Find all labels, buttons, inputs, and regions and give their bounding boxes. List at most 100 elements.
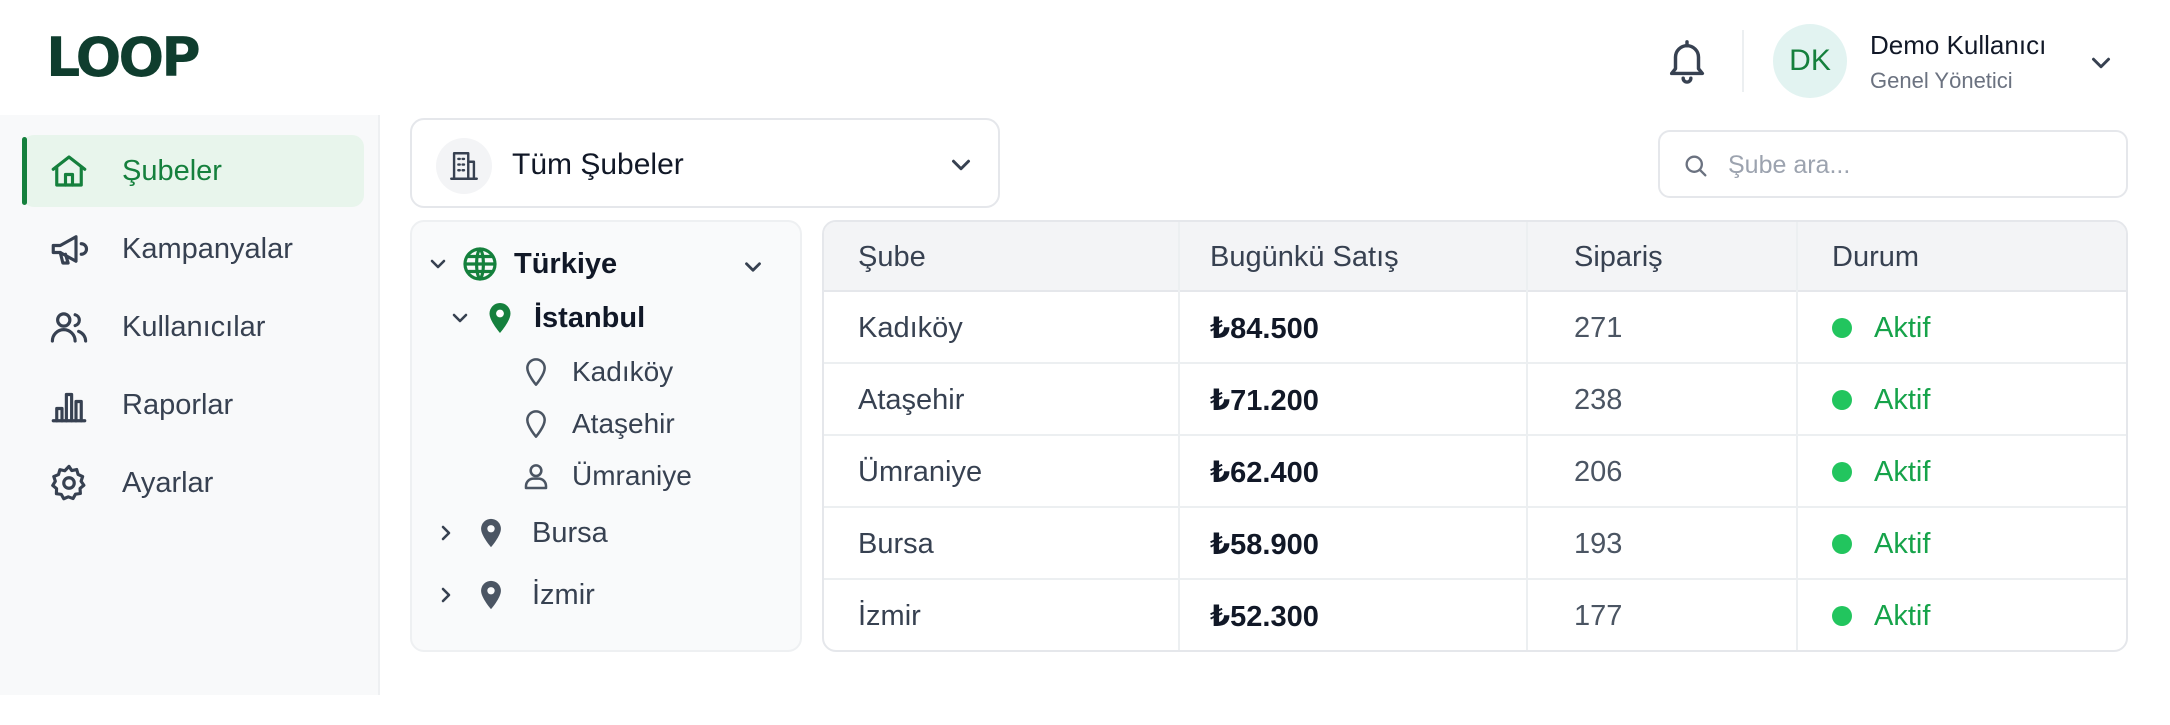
chevron-down-icon[interactable] bbox=[2086, 48, 2116, 78]
map-pin-icon bbox=[481, 518, 501, 548]
status-dot bbox=[1832, 462, 1852, 482]
status-dot bbox=[1832, 318, 1852, 338]
cell-sales: ₺71.200 bbox=[1210, 384, 1319, 417]
tree-label: Kadıköy bbox=[572, 356, 674, 387]
column-header-siparis[interactable]: Sipariş bbox=[1574, 222, 1663, 292]
map-pin-outline-icon bbox=[526, 358, 546, 386]
tree-label: İzmir bbox=[532, 578, 595, 611]
chevron-down-icon[interactable] bbox=[448, 306, 472, 330]
tree-label: Türkiye bbox=[514, 247, 618, 280]
sidebar-item-ayarlar[interactable]: Ayarlar bbox=[22, 447, 364, 519]
cell-orders: 177 bbox=[1574, 599, 1623, 632]
table-row[interactable]: Ataşehir ₺71.200 238 Aktif bbox=[824, 364, 2126, 436]
cell-sales: ₺84.500 bbox=[1210, 312, 1319, 345]
table-row[interactable]: Kadıköy ₺84.500 271 Aktif bbox=[824, 292, 2126, 364]
building-icon-wrap bbox=[436, 138, 492, 194]
table-row[interactable]: İzmir ₺52.300 177 Aktif bbox=[824, 580, 2126, 650]
sidebar-item-label: Şubeler bbox=[122, 154, 222, 187]
cell-sales: ₺58.900 bbox=[1210, 528, 1319, 561]
home-icon bbox=[51, 155, 87, 187]
tree-node-bursa[interactable]: Bursa bbox=[434, 516, 608, 550]
cell-branch: Ataşehir bbox=[858, 383, 965, 416]
cell-branch: İzmir bbox=[858, 599, 921, 632]
search-icon bbox=[1685, 155, 1707, 177]
tree-label: Ataşehir bbox=[572, 408, 675, 439]
cell-sales: ₺62.400 bbox=[1210, 456, 1319, 489]
logo-text: LOOP bbox=[46, 26, 201, 89]
cell-branch: Ümraniye bbox=[858, 455, 983, 488]
app-header: LOOP DK Demo Kullanıcı Genel Yönetici bbox=[0, 0, 2170, 115]
branch-tree: Türkiye İstanbul Kadıköy Ataşehir Ümrani… bbox=[410, 220, 802, 652]
map-pin-icon bbox=[489, 303, 511, 333]
status-dot bbox=[1832, 606, 1852, 626]
cell-status: Aktif bbox=[1832, 292, 1930, 364]
chevron-down-icon bbox=[952, 159, 970, 171]
tree-node-istanbul[interactable]: İstanbul bbox=[448, 300, 645, 336]
chevron-right-icon[interactable] bbox=[434, 521, 458, 545]
cell-status: Aktif bbox=[1832, 508, 1930, 580]
gear-icon bbox=[51, 464, 86, 501]
avatar[interactable]: DK bbox=[1773, 24, 1847, 98]
megaphone-icon bbox=[51, 235, 88, 265]
tree-node-atasehir[interactable]: Ataşehir bbox=[520, 408, 675, 440]
search-box[interactable] bbox=[1658, 130, 2128, 198]
building-icon bbox=[450, 152, 478, 180]
column-header-sube[interactable]: Şube bbox=[858, 222, 926, 292]
sidebar-item-label: Kullanıcılar bbox=[122, 310, 266, 343]
tree-node-kadikoy[interactable]: Kadıköy bbox=[520, 356, 673, 388]
sidebar-item-kampanyalar[interactable]: Kampanyalar bbox=[22, 213, 364, 285]
globe-icon bbox=[463, 247, 497, 281]
chevron-down-icon[interactable] bbox=[740, 254, 766, 280]
branch-table: Şube Bugünkü Satış Sipariş Durum Kadıköy… bbox=[822, 220, 2128, 652]
bell-icon[interactable] bbox=[1664, 36, 1710, 86]
cell-orders: 238 bbox=[1574, 383, 1623, 416]
user-icon bbox=[524, 464, 548, 490]
cell-orders: 193 bbox=[1574, 527, 1623, 560]
tree-label: İstanbul bbox=[534, 301, 646, 334]
branch-select[interactable]: Tüm Şubeler bbox=[410, 118, 1000, 208]
status-dot bbox=[1832, 534, 1852, 554]
sidebar-item-label: Ayarlar bbox=[122, 466, 214, 499]
sidebar-item-raporlar[interactable]: Raporlar bbox=[22, 369, 364, 441]
bar-chart-icon bbox=[51, 392, 87, 423]
user-name[interactable]: Demo Kullanıcı bbox=[1870, 30, 2046, 61]
sidebar-item-label: Kampanyalar bbox=[122, 232, 293, 265]
table-row[interactable]: Ümraniye ₺62.400 206 Aktif bbox=[824, 436, 2126, 508]
tree-label: Bursa bbox=[532, 516, 608, 549]
search-input[interactable] bbox=[1728, 144, 2108, 186]
cell-sales: ₺52.300 bbox=[1210, 600, 1319, 633]
cell-status: Aktif bbox=[1832, 436, 1930, 508]
cell-status: Aktif bbox=[1832, 364, 1930, 436]
tree-node-izmir[interactable]: İzmir bbox=[434, 578, 595, 612]
tree-node-umraniye[interactable]: Ümraniye bbox=[520, 460, 692, 492]
column-header-bugunku-satis[interactable]: Bugünkü Satış bbox=[1210, 222, 1399, 292]
tree-node-turkiye[interactable]: Türkiye bbox=[426, 244, 617, 284]
chevron-right-icon[interactable] bbox=[434, 583, 458, 607]
sidebar-item-kullanicilar[interactable]: Kullanıcılar bbox=[22, 291, 364, 363]
map-pin-icon bbox=[481, 580, 501, 610]
branch-select-value: Tüm Şubeler bbox=[512, 148, 684, 181]
sidebar-item-label: Raporlar bbox=[122, 388, 234, 421]
logo[interactable]: LOOP bbox=[46, 26, 201, 89]
sidebar-item-subeler[interactable]: Şubeler bbox=[22, 135, 364, 207]
tree-label: Ümraniye bbox=[572, 460, 692, 491]
table-row[interactable]: Bursa ₺58.900 193 Aktif bbox=[824, 508, 2126, 580]
cell-branch: Kadıköy bbox=[858, 311, 963, 344]
status-badge: Aktif bbox=[1874, 527, 1931, 560]
map-pin-outline-icon bbox=[526, 410, 546, 438]
status-badge: Aktif bbox=[1874, 455, 1931, 488]
cell-status: Aktif bbox=[1832, 580, 1931, 650]
sidebar: Şubeler Kampanyalar Kullanıcılar Raporla… bbox=[0, 115, 380, 695]
status-badge: Aktif bbox=[1874, 383, 1931, 416]
chevron-down-icon[interactable] bbox=[426, 252, 450, 276]
status-badge: Aktif bbox=[1874, 311, 1931, 344]
users-icon bbox=[50, 312, 88, 343]
avatar-initials: DK bbox=[1789, 44, 1831, 77]
cell-orders: 271 bbox=[1574, 311, 1623, 344]
cell-branch: Bursa bbox=[858, 527, 934, 560]
header-divider bbox=[1742, 30, 1744, 92]
user-role: Genel Yönetici bbox=[1870, 68, 2013, 93]
column-header-durum[interactable]: Durum bbox=[1832, 222, 1919, 292]
status-badge: Aktif bbox=[1874, 599, 1931, 632]
status-dot bbox=[1832, 390, 1852, 410]
